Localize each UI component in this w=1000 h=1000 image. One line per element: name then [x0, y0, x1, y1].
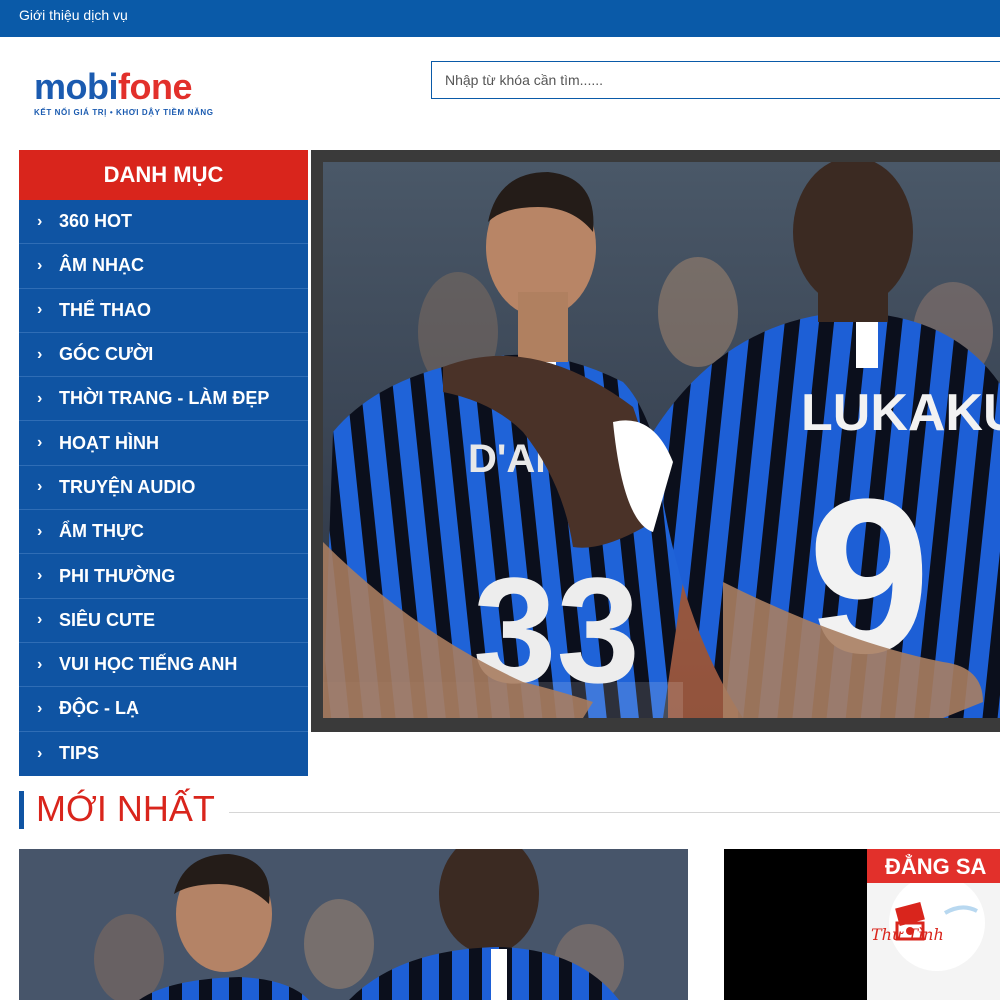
chevron-right-icon: ›: [37, 212, 43, 230]
chevron-right-icon: ›: [37, 434, 43, 452]
search-input[interactable]: [431, 61, 1000, 99]
category-item[interactable]: › ĐỘC - LẠ: [19, 687, 308, 732]
category-item[interactable]: › TIPS: [19, 732, 308, 776]
latest-video-thumbnail[interactable]: [19, 849, 688, 1000]
featured-video[interactable]: D'AMBROSIO 33 LUKAKU 9: [311, 150, 1000, 732]
chevron-right-icon: ›: [37, 345, 43, 363]
chevron-right-icon: ›: [37, 744, 43, 762]
logo-tagline: KẾT NỐI GIÁ TRỊ • KHƠI DẬY TIỀM NĂNG: [34, 108, 214, 117]
category-item[interactable]: › THỜI TRANG - LÀM ĐẸP: [19, 377, 308, 422]
chevron-right-icon: ›: [37, 301, 43, 319]
latest-section-header: MỚI NHẤT: [19, 788, 1000, 830]
service-intro-link[interactable]: Giới thiệu dịch vụ: [19, 7, 128, 23]
category-item[interactable]: › PHI THƯỜNG: [19, 554, 308, 599]
category-menu: DANH MỤC › 360 HOT › ÂM NHẠC › THỂ THAO › GÓ…: [19, 150, 308, 776]
category-item[interactable]: › SIÊU CUTE: [19, 599, 308, 643]
video-thumbnail-image: D'AMBROSIO 33 LUKAKU 9: [323, 162, 1000, 718]
category-menu-title: DANH MỤC: [19, 150, 308, 200]
latest-video-image: [19, 849, 688, 1000]
latest-section-title: MỚI NHẤT: [36, 788, 215, 829]
category-item[interactable]: › TRUYỆN AUDIO: [19, 466, 308, 511]
chevron-right-icon: ›: [37, 522, 43, 540]
chevron-right-icon: ›: [37, 256, 43, 274]
chevron-right-icon: ›: [37, 478, 43, 496]
chevron-right-icon: ›: [37, 567, 43, 585]
category-item[interactable]: › ÂM NHẠC: [19, 244, 308, 289]
category-item[interactable]: › HOẠT HÌNH: [19, 421, 308, 466]
category-item[interactable]: › THỂ THAO: [19, 289, 308, 333]
chevron-right-icon: ›: [37, 389, 43, 407]
category-item[interactable]: › GÓC CƯỜI: [19, 333, 308, 378]
mobifone-logo[interactable]: mobifone KẾT NỐI GIÁ TRỊ • KHƠI DẬY TIỀM…: [34, 68, 244, 122]
jersey-name-right: LUKAKU: [801, 384, 1000, 442]
thumbnail-art: ĐẲNG SA Thư Tình: [867, 849, 1000, 1000]
chevron-right-icon: ›: [37, 655, 43, 673]
chevron-right-icon: ›: [37, 611, 43, 629]
thumbnail-banner-text: ĐẲNG SA: [867, 849, 1000, 883]
chevron-right-icon: ›: [37, 699, 43, 717]
section-divider: [229, 812, 1000, 813]
category-item[interactable]: › ẨM THỰC: [19, 510, 308, 555]
latest-video-thumbnail-2[interactable]: ĐẲNG SA Thư Tình: [724, 849, 1000, 1000]
logo-wordmark: mobifone: [34, 66, 193, 107]
thumbnail-brand-text: Thư Tình: [871, 925, 944, 944]
top-bar: Giới thiệu dịch vụ: [0, 0, 1000, 37]
video-frame[interactable]: D'AMBROSIO 33 LUKAKU 9: [323, 162, 1000, 718]
section-accent-bar: [19, 791, 24, 829]
category-item[interactable]: › 360 HOT: [19, 200, 308, 245]
category-item[interactable]: › VUI HỌC TIẾNG ANH: [19, 643, 308, 688]
